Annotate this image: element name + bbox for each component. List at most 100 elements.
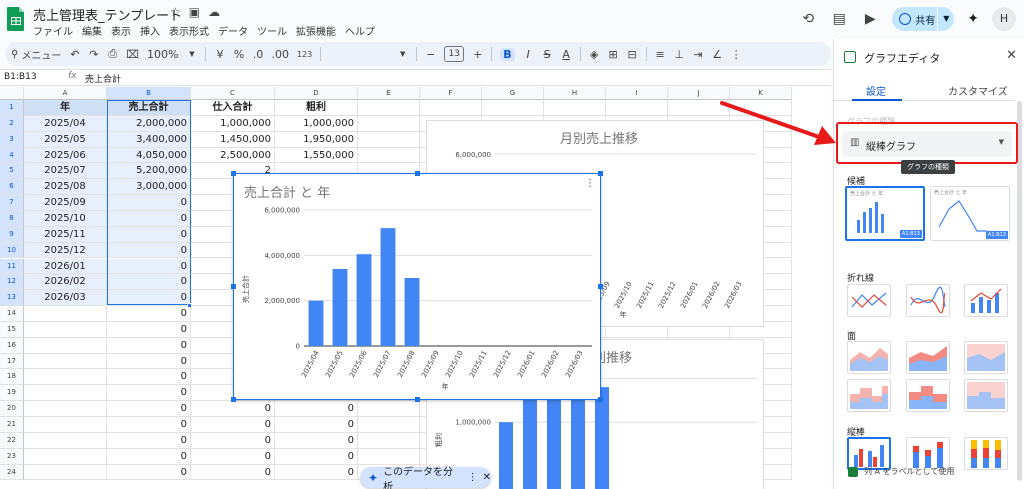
cell[interactable] bbox=[24, 401, 107, 417]
column-header-f[interactable]: F bbox=[420, 87, 482, 100]
bar[interactable] bbox=[308, 300, 324, 346]
menu-file[interactable]: ファイル bbox=[33, 23, 73, 38]
cell[interactable]: 0 bbox=[191, 448, 275, 465]
zoom-select[interactable]: 100% bbox=[147, 48, 178, 61]
cell[interactable]: 0 bbox=[107, 258, 191, 275]
cell[interactable]: 0 bbox=[275, 401, 358, 417]
meet-video-icon[interactable]: ▶ bbox=[861, 10, 879, 28]
fill-color-icon[interactable]: ◈ bbox=[589, 48, 600, 61]
cell[interactable] bbox=[358, 401, 420, 417]
select-all-corner[interactable] bbox=[0, 87, 24, 100]
chart-type-100-column[interactable] bbox=[964, 437, 1008, 470]
column-header-j[interactable]: J bbox=[668, 87, 730, 100]
chart-type-line[interactable] bbox=[847, 284, 891, 317]
chart-type-dropdown[interactable]: ▥ 縦棒グラフ ▼ bbox=[842, 131, 1012, 157]
text-rotation-icon[interactable]: ∠ bbox=[712, 48, 723, 61]
row-header[interactable]: 5 bbox=[0, 163, 24, 180]
row-header[interactable]: 3 bbox=[0, 131, 24, 148]
font-dropdown-icon[interactable]: ▼ bbox=[397, 50, 408, 58]
number-format-button[interactable]: 123 bbox=[297, 50, 312, 59]
cell[interactable] bbox=[24, 337, 107, 354]
cell[interactable]: 0 bbox=[107, 274, 191, 291]
horizontal-align-icon[interactable]: ≡ bbox=[655, 48, 666, 61]
cell[interactable]: 1,000,000 bbox=[275, 115, 358, 132]
cloud-status-icon[interactable]: ☁ bbox=[208, 5, 220, 19]
cell[interactable]: 0 bbox=[107, 306, 191, 322]
chart-type-area[interactable] bbox=[847, 341, 891, 374]
text-color-button[interactable]: A bbox=[561, 48, 572, 61]
cell[interactable]: 2025/08 bbox=[24, 179, 107, 196]
row-header[interactable]: 1 bbox=[0, 100, 24, 116]
cell[interactable]: 年 bbox=[24, 100, 107, 116]
menu-data[interactable]: データ bbox=[218, 23, 248, 38]
cell[interactable]: 0 bbox=[107, 385, 191, 402]
resize-handle[interactable] bbox=[231, 284, 236, 289]
cell[interactable] bbox=[544, 100, 606, 116]
row-header[interactable]: 23 bbox=[0, 448, 24, 465]
cell[interactable] bbox=[668, 100, 730, 116]
resize-handle[interactable] bbox=[598, 284, 603, 289]
row-header[interactable]: 2 bbox=[0, 115, 24, 132]
cell[interactable]: 0 bbox=[107, 210, 191, 227]
cell[interactable] bbox=[358, 131, 420, 148]
cell[interactable]: 2025/07 bbox=[24, 163, 107, 180]
row-header[interactable]: 8 bbox=[0, 210, 24, 227]
chart-sales-by-year[interactable]: 売上合計 と 年 ⋮ 売上合計 0 2,000,000 4,000,000 6,000… bbox=[231, 171, 603, 402]
font-size-decrease-icon[interactable]: − bbox=[425, 48, 436, 61]
cell[interactable]: 粗利 bbox=[275, 100, 358, 116]
panel-scrollbar[interactable] bbox=[1017, 101, 1022, 481]
cell[interactable]: 0 bbox=[107, 432, 191, 449]
row-header[interactable]: 16 bbox=[0, 337, 24, 354]
row-header[interactable]: 13 bbox=[0, 290, 24, 307]
cell[interactable] bbox=[358, 147, 420, 164]
bar[interactable] bbox=[547, 398, 561, 489]
cell[interactable]: 2026/02 bbox=[24, 274, 107, 291]
row-header[interactable]: 4 bbox=[0, 147, 24, 164]
cell[interactable] bbox=[24, 306, 107, 322]
resize-handle[interactable] bbox=[598, 171, 603, 176]
row-header[interactable]: 15 bbox=[0, 321, 24, 338]
spreadsheet-grid[interactable]: ABCDEFGHIJK 1 2 3 4 5 6 7 8 9 10 11 12 13 14 15 16 17 18 1… bbox=[0, 87, 831, 489]
resize-handle[interactable] bbox=[231, 397, 236, 402]
cell[interactable]: 0 bbox=[191, 401, 275, 417]
undo-icon[interactable]: ↶ bbox=[69, 48, 80, 61]
column-header-i[interactable]: I bbox=[606, 87, 668, 100]
row-header[interactable]: 22 bbox=[0, 432, 24, 449]
gemini-star-icon[interactable]: ✦ bbox=[967, 11, 979, 27]
cell[interactable] bbox=[420, 100, 482, 116]
version-history-icon[interactable]: ⟲ bbox=[799, 10, 817, 28]
resize-handle[interactable] bbox=[231, 171, 236, 176]
cell[interactable]: 0 bbox=[107, 290, 191, 307]
cell[interactable] bbox=[24, 353, 107, 370]
menu-view[interactable]: 表示 bbox=[111, 23, 131, 38]
cell[interactable]: 2026/03 bbox=[24, 290, 107, 307]
close-icon[interactable]: ✕ bbox=[483, 472, 491, 483]
analyze-data-button[interactable]: ✦ このデータを分析 ⋮ ✕ bbox=[360, 467, 491, 489]
name-box[interactable]: B1:B13 bbox=[4, 72, 37, 82]
cell[interactable] bbox=[482, 100, 544, 116]
row-header[interactable]: 20 bbox=[0, 401, 24, 417]
menu-help[interactable]: ヘルプ bbox=[345, 23, 375, 38]
font-size-increase-icon[interactable]: + bbox=[472, 48, 483, 61]
share-dropdown-icon[interactable]: ▼ bbox=[937, 7, 954, 31]
comments-icon[interactable]: ▤ bbox=[830, 10, 848, 28]
menu-search[interactable]: ⚲ メニュー bbox=[11, 47, 61, 62]
resize-handle[interactable] bbox=[598, 397, 603, 402]
cell[interactable]: 0 bbox=[107, 337, 191, 354]
cell[interactable]: 2,000,000 bbox=[107, 115, 191, 132]
suggested-chart-column[interactable]: 売上合計 と 年 A1:B13 bbox=[845, 186, 925, 241]
column-header-a[interactable]: A bbox=[24, 87, 107, 100]
currency-format-button[interactable]: ¥ bbox=[214, 48, 225, 61]
bold-button[interactable]: B bbox=[500, 47, 515, 61]
column-header-c[interactable]: C bbox=[191, 87, 275, 100]
cell[interactable]: 5,200,000 bbox=[107, 163, 191, 180]
bar[interactable] bbox=[499, 422, 513, 489]
star-icon[interactable]: ☆ bbox=[170, 5, 181, 19]
cell[interactable]: 0 bbox=[107, 448, 191, 465]
row-header[interactable]: 12 bbox=[0, 274, 24, 291]
row-header[interactable]: 14 bbox=[0, 306, 24, 322]
decrease-decimal-button[interactable]: .0 bbox=[252, 48, 264, 61]
resize-handle[interactable] bbox=[415, 171, 420, 176]
strikethrough-button[interactable]: S bbox=[542, 48, 553, 61]
menu-format[interactable]: 表示形式 bbox=[169, 23, 209, 38]
